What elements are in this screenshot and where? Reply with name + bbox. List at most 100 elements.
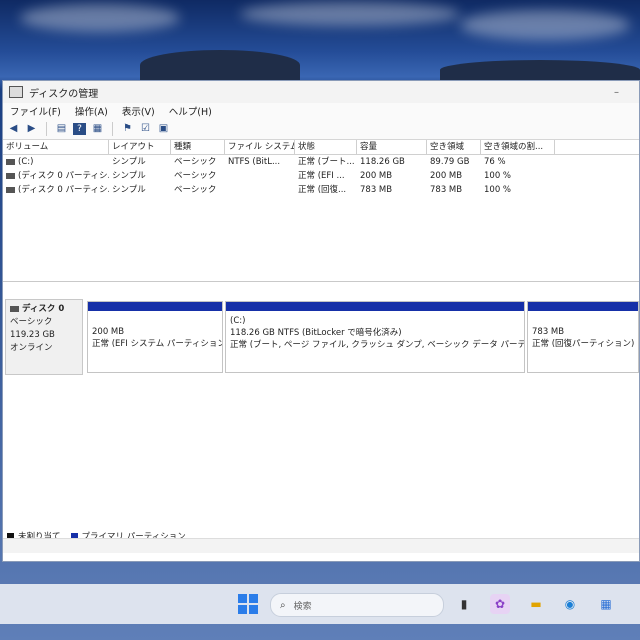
volume-name: (C:): [18, 157, 34, 167]
cloud: [240, 2, 460, 26]
partition-c[interactable]: (C:) 118.26 GB NTFS (BitLocker で暗号化済み) 正…: [225, 301, 525, 373]
col-volume[interactable]: ボリューム: [3, 140, 109, 154]
partition-recovery[interactable]: 783 MB 正常 (回復パーティション): [527, 301, 639, 373]
windows-logo-icon: [249, 594, 258, 603]
primary-partition-bar: [226, 302, 524, 311]
task-view-icon[interactable]: ▮: [454, 594, 474, 614]
start-button[interactable]: [238, 594, 258, 614]
back-arrow-icon[interactable]: ◀: [7, 123, 20, 135]
partition-status: 正常 (回復パーティション): [532, 339, 635, 349]
volume-cell: (ディスク 0 パーティシ...: [3, 183, 109, 197]
table-row[interactable]: (ディスク 0 パーティシ... シンプル ベーシック 正常 (EFI ... …: [3, 169, 639, 183]
partition-status: 正常 (ブート, ページ ファイル, クラッシュ ダンプ, ベーシック データ …: [230, 340, 524, 350]
taskbar: ⌕ 検索 ▮ ✿ ▬ ◉ ▦: [0, 584, 640, 624]
partition-efi[interactable]: 200 MB 正常 (EFI システム パーティション): [87, 301, 223, 373]
table-row[interactable]: (ディスク 0 パーティシ... シンプル ベーシック 正常 (回復... 78…: [3, 183, 639, 197]
copilot-icon[interactable]: ✿: [490, 594, 510, 614]
col-layout[interactable]: レイアウト: [109, 140, 171, 154]
table-row[interactable]: (C:) シンプル ベーシック NTFS (BitL... 正常 (ブート...…: [3, 155, 639, 169]
mountain: [140, 50, 300, 80]
capacity-cell: 200 MB: [360, 171, 393, 181]
properties-icon[interactable]: ▦: [91, 123, 104, 135]
disk-0-label[interactable]: ディスク 0 ベーシック 119.23 GB オンライン: [5, 299, 83, 375]
primary-partition-bar: [88, 302, 222, 311]
disk-management-window: ディスクの管理 – ファイル(F) 操作(A) 表示(V) ヘルプ(H) ◀ ▶…: [2, 80, 640, 562]
cloud: [460, 10, 630, 40]
toolbar: ◀ ▶ ▤ ? ▦ ⚑ ☑ ▣: [3, 119, 639, 140]
disk-name: ディスク 0: [10, 303, 78, 316]
graphical-disk-view: ディスク 0 ベーシック 119.23 GB オンライン 200 MB 正常 (…: [3, 293, 639, 553]
col-capacity[interactable]: 容量: [357, 140, 427, 154]
checklist-icon[interactable]: ☑: [139, 123, 152, 135]
mountain: [440, 60, 640, 80]
windows-logo-icon: [249, 605, 258, 614]
layout-cell: シンプル: [112, 171, 146, 181]
disk-management-icon: [9, 86, 23, 98]
capacity-cell: 783 MB: [360, 185, 393, 195]
menu-bar: ファイル(F) 操作(A) 表示(V) ヘルプ(H): [3, 103, 639, 119]
taskbar-search[interactable]: ⌕ 検索: [270, 593, 444, 617]
connect-icon[interactable]: ⚑: [121, 123, 134, 135]
menu-file[interactable]: ファイル(F): [3, 104, 68, 118]
console-tree-icon[interactable]: ▤: [55, 123, 68, 135]
file-explorer-icon[interactable]: ▬: [526, 594, 546, 614]
edge-icon[interactable]: ◉: [560, 594, 580, 614]
status-cell: 正常 (回復...: [298, 185, 347, 195]
partition-size: 118.26 GB NTFS (BitLocker で暗号化済み): [230, 328, 402, 338]
partition-title: (C:): [230, 316, 246, 326]
volume-icon: [6, 172, 15, 179]
col-free-space[interactable]: 空き領域: [427, 140, 481, 154]
percent-free-cell: 76 %: [484, 157, 506, 167]
free-space-cell: 89.79 GB: [430, 157, 470, 167]
help-icon[interactable]: ?: [73, 123, 86, 135]
volume-name: (ディスク 0 パーティシ...: [18, 185, 109, 195]
volume-cell: (ディスク 0 パーティシ...: [3, 169, 109, 183]
volume-name: (ディスク 0 パーティシ...: [18, 171, 109, 181]
col-percent-free[interactable]: 空き領域の割...: [481, 140, 555, 154]
status-bar: [3, 538, 639, 553]
status-cell: 正常 (EFI ...: [298, 171, 345, 181]
type-cell: ベーシック: [174, 171, 217, 181]
volume-icon: [6, 158, 15, 165]
col-filesystem[interactable]: ファイル システム: [225, 140, 295, 154]
disk-icon: [10, 305, 19, 312]
percent-free-cell: 100 %: [484, 171, 512, 181]
col-type[interactable]: 種類: [171, 140, 225, 154]
minimize-icon[interactable]: –: [614, 87, 619, 98]
toolbar-divider: [46, 122, 47, 136]
partition-status: 正常 (EFI システム パーティション): [92, 339, 222, 349]
layout-cell: シンプル: [112, 185, 146, 195]
menu-help[interactable]: ヘルプ(H): [162, 104, 219, 118]
volume-icon: [6, 186, 15, 193]
forward-arrow-icon[interactable]: ▶: [25, 123, 38, 135]
volume-table-header: ボリューム レイアウト 種類 ファイル システム 状態 容量 空き領域 空き領域…: [3, 140, 639, 155]
layout-cell: シンプル: [112, 157, 146, 167]
percent-free-cell: 100 %: [484, 185, 512, 195]
col-status[interactable]: 状態: [295, 140, 357, 154]
windows-logo-icon: [238, 605, 247, 614]
partition-size: 200 MB: [92, 327, 125, 337]
capacity-cell: 118.26 GB: [360, 157, 405, 167]
title-bar: ディスクの管理 –: [3, 81, 639, 103]
toolbar-divider: [112, 122, 113, 136]
menu-action[interactable]: 操作(A): [68, 104, 115, 118]
store-icon[interactable]: ▦: [596, 594, 616, 614]
settings-list-icon[interactable]: ▣: [157, 123, 170, 135]
disk-size: 119.23 GB: [10, 330, 55, 340]
free-space-cell: 200 MB: [430, 171, 463, 181]
status-cell: 正常 (ブート...: [298, 157, 355, 167]
partition-size: 783 MB: [532, 327, 565, 337]
filesystem-cell: [225, 169, 295, 183]
filesystem-cell: [225, 183, 295, 197]
type-cell: ベーシック: [174, 157, 217, 167]
search-placeholder: 検索: [293, 601, 312, 612]
primary-partition-bar: [528, 302, 638, 311]
disk-status: オンライン: [10, 343, 53, 353]
filesystem-cell: NTFS (BitL...: [228, 157, 281, 167]
free-space-cell: 783 MB: [430, 185, 463, 195]
menu-view[interactable]: 表示(V): [115, 104, 162, 118]
search-icon: ⌕: [280, 599, 286, 611]
type-cell: ベーシック: [174, 185, 217, 195]
volume-list: (C:) シンプル ベーシック NTFS (BitL... 正常 (ブート...…: [3, 155, 639, 282]
windows-logo-icon: [238, 594, 247, 603]
